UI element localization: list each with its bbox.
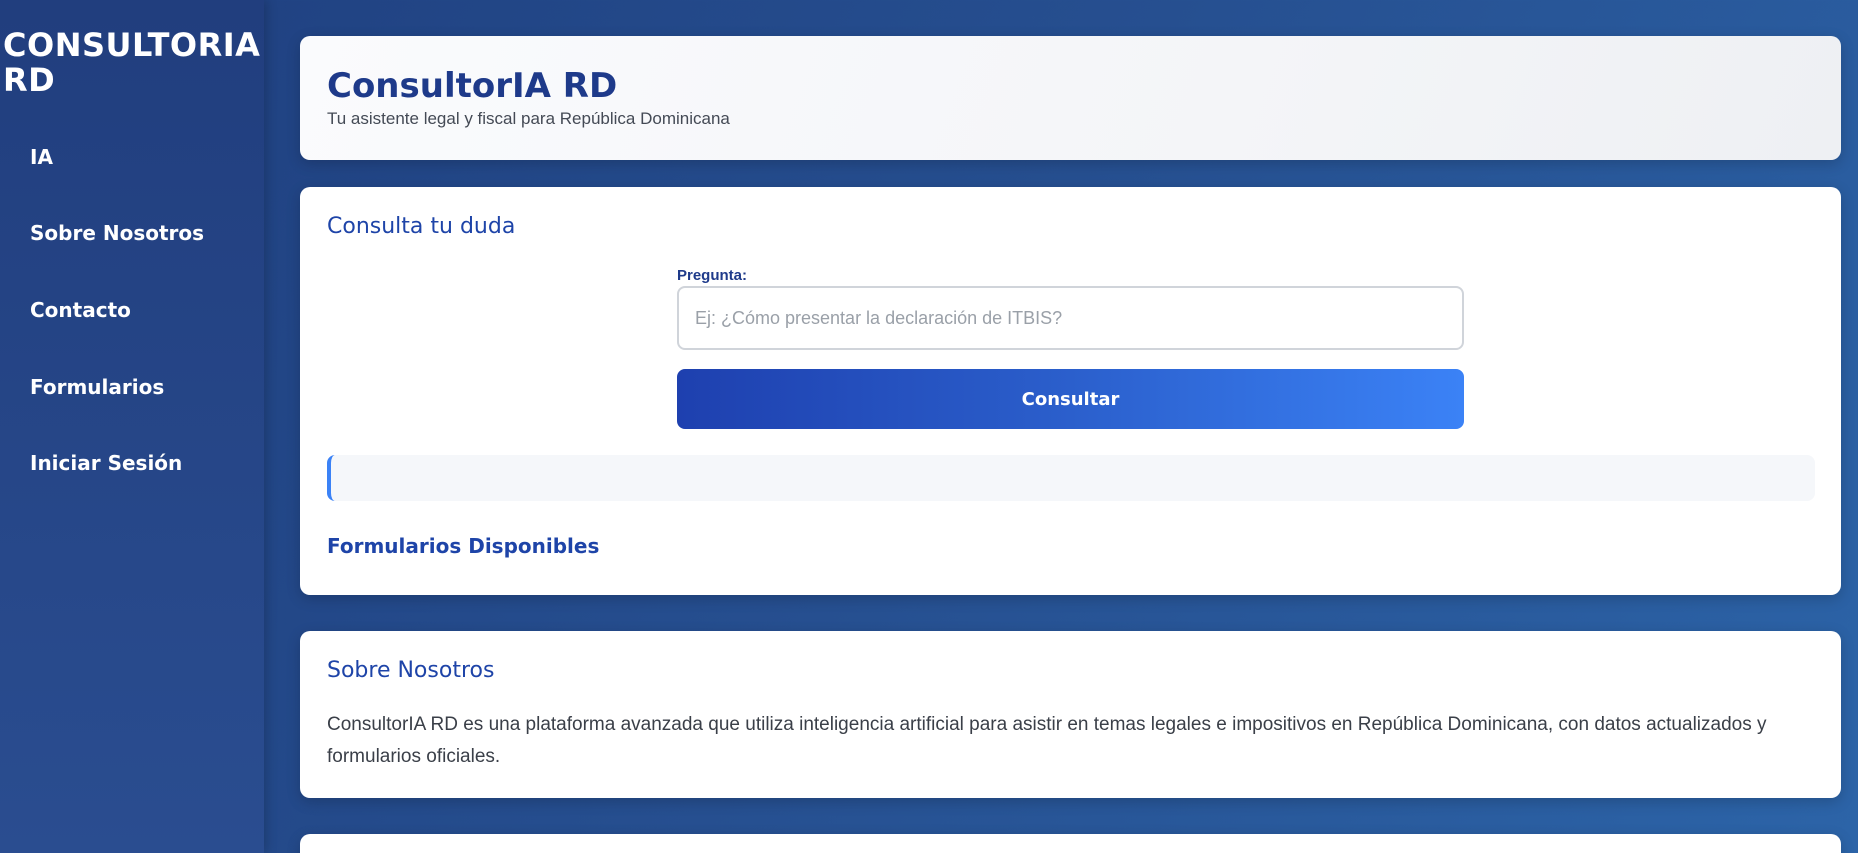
sidebar-item-contacto[interactable]: Contacto [30, 298, 131, 322]
sidebar-item-sobre-nosotros[interactable]: Sobre Nosotros [30, 221, 204, 245]
sidebar-item-ia[interactable]: IA [30, 145, 53, 169]
header-card: ConsultorIA RD Tu asistente legal y fisc… [300, 36, 1841, 160]
page-title: ConsultorIA RD [327, 66, 618, 106]
consultar-button[interactable]: Consultar [677, 369, 1464, 429]
sidebar-item-iniciar-sesion[interactable]: Iniciar Sesión [30, 451, 182, 475]
about-text: ConsultorIA RD es una plataforma avanzad… [327, 714, 1767, 767]
sidebar-item-formularios[interactable]: Formularios [30, 375, 164, 399]
question-input[interactable] [677, 286, 1464, 350]
page-subtitle: Tu asistente legal y fiscal para Repúbli… [327, 109, 730, 128]
about-card: Sobre Nosotros ConsultorIA RD es una pla… [300, 631, 1841, 798]
next-section-card [300, 834, 1841, 853]
consulta-card: Consulta tu duda Pregunta: Consultar For… [300, 187, 1841, 595]
consulta-title: Consulta tu duda [327, 214, 516, 239]
formularios-disponibles-link[interactable]: Formularios Disponibles [327, 534, 599, 558]
sidebar: CONSULTORIA RD IA Sobre Nosotros Contact… [0, 0, 264, 853]
question-label: Pregunta: [677, 267, 748, 284]
response-box [327, 455, 1815, 501]
about-title: Sobre Nosotros [327, 658, 495, 683]
brand-logo: CONSULTORIA RD [3, 26, 261, 99]
